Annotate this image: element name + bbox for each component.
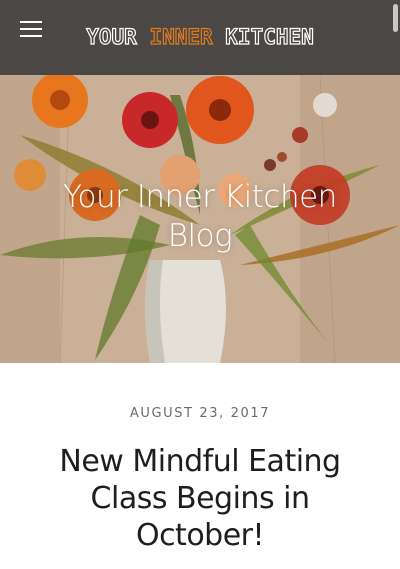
logo-word-highlight: INNER — [149, 24, 213, 49]
post-title-line: October! — [135, 518, 265, 553]
post-title[interactable]: New Mindful Eating Class Begins in Octob… — [20, 443, 380, 554]
hero-title-line: Blog — [167, 218, 233, 254]
page: YOUR INNER KITCHEN Your Inner Kitchen Bl… — [0, 0, 400, 569]
site-header: YOUR INNER KITCHEN — [0, 0, 400, 75]
post-title-line: New Mindful Eating — [59, 444, 341, 479]
hero-title: Your Inner Kitchen Blog — [0, 178, 400, 256]
hero-title-line: Your Inner Kitchen — [63, 179, 337, 215]
logo-word: YOUR — [86, 24, 150, 49]
scrollbar[interactable] — [393, 4, 398, 32]
hero-image: Your Inner Kitchen Blog — [0, 75, 400, 363]
menu-bar — [20, 21, 42, 23]
site-logo[interactable]: YOUR INNER KITCHEN — [0, 24, 400, 50]
post-date: AUGUST 23, 2017 — [129, 406, 271, 421]
post-title-line: Class Begins in — [90, 481, 310, 516]
logo-word: KITCHEN — [212, 24, 315, 49]
